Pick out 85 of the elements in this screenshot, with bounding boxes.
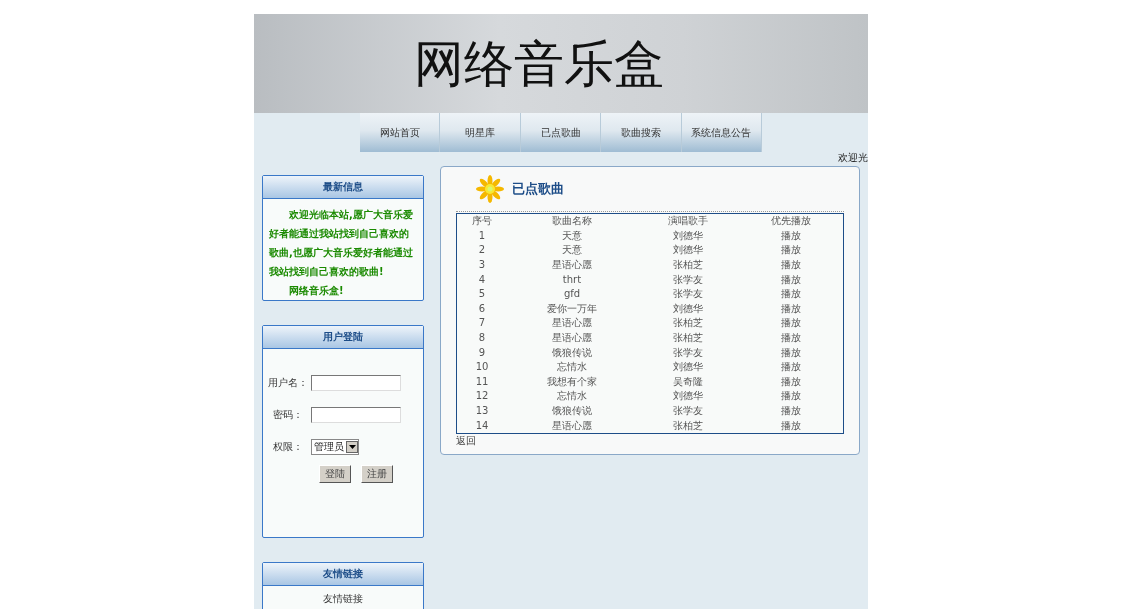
field-label: 权限： — [272, 440, 304, 454]
column-header: 优先播放 — [739, 213, 844, 229]
table-cell-text: 刘德华 — [672, 243, 704, 258]
table-cell-text: 忘情水 — [556, 389, 588, 404]
table-cell-text: thrt — [561, 272, 583, 287]
caret-icon — [346, 441, 358, 453]
table-cell-text: 刘德华 — [672, 389, 704, 404]
play-link[interactable]: 播放 — [739, 359, 844, 375]
play-link[interactable]: 播放 — [739, 257, 844, 273]
play-link[interactable]: 播放 — [739, 286, 844, 302]
news-text: 欢迎光临本站,愿广大音乐爱好者能通过我站找到自己喜欢的歌曲,也愿广大音乐爱好者能通过我站找到自己喜欢的歌曲! — [269, 208, 414, 279]
table-cell-text: 刘德华 — [672, 360, 704, 375]
friend-link[interactable]: 友情链接 — [323, 593, 363, 604]
table-cell: 13 — [456, 403, 507, 419]
welcome-text: 欢迎光 — [838, 152, 868, 164]
nav-link[interactable]: 歌曲搜索 — [601, 113, 682, 152]
table-cell-text: 吴奇隆 — [672, 374, 704, 389]
table-cell: 1 — [456, 228, 507, 244]
table-cell-text: 爱你一万年 — [546, 301, 598, 316]
nav-link[interactable]: 网站首页 — [360, 113, 441, 152]
form-button[interactable]: 注册 — [361, 465, 393, 483]
table-cell-text: 饿狼传说 — [551, 345, 593, 360]
nav-link[interactable]: 系统信息公告 — [681, 113, 763, 152]
table-cell: 星语心愿 — [507, 418, 637, 434]
table-cell-text: 张柏芝 — [672, 316, 704, 331]
role-select[interactable]: 管理员 — [311, 439, 359, 455]
table-cell-text: 星语心愿 — [551, 316, 593, 331]
table-cell-text: 张学友 — [672, 345, 704, 360]
table-cell: 7 — [456, 316, 507, 331]
play-link[interactable]: 播放 — [739, 345, 844, 360]
table-cell-text: 星语心愿 — [551, 331, 593, 346]
panel-title: 友情链接 — [263, 563, 423, 586]
nav-link[interactable]: 已点歌曲 — [520, 113, 602, 152]
play-link[interactable]: 播放 — [739, 316, 844, 331]
table-cell: 6 — [456, 301, 507, 317]
table-cell: 12 — [456, 389, 507, 404]
field-label: 密码： — [272, 408, 304, 422]
table-cell-text: 星语心愿 — [551, 258, 593, 273]
play-link[interactable]: 播放 — [739, 243, 844, 258]
password-field[interactable] — [311, 407, 401, 423]
play-link[interactable]: 播放 — [739, 272, 844, 287]
nav-link[interactable]: 明星库 — [440, 113, 521, 152]
table-cell: 3 — [456, 257, 507, 273]
table-cell-text: 刘德华 — [672, 301, 704, 316]
news-signature: 网络音乐盒! — [288, 284, 345, 298]
table-cell-text: 忘情水 — [556, 360, 588, 375]
panel-title: 用户登陆 — [263, 326, 423, 349]
table-cell-text: 张柏芝 — [672, 258, 704, 273]
panel-title: 最新信息 — [263, 176, 423, 199]
table-cell-text: 饿狼传说 — [551, 404, 593, 418]
table-cell: 9 — [456, 345, 507, 360]
back-link[interactable]: 返回 — [456, 433, 859, 448]
play-link[interactable]: 播放 — [739, 389, 844, 404]
table-cell-text: 张柏芝 — [672, 331, 704, 346]
play-link[interactable]: 播放 — [739, 418, 844, 434]
form-button[interactable]: 登陆 — [319, 465, 351, 483]
table-cell: 8 — [456, 330, 507, 346]
table-cell-text: 天意 — [561, 228, 583, 243]
site-title: 网络音乐盒 — [414, 38, 664, 89]
column-header: 演唱歌手 — [637, 213, 739, 229]
column-header: 序号 — [456, 213, 507, 229]
table-cell: 10 — [456, 359, 507, 375]
column-header: 歌曲名称 — [507, 213, 637, 229]
table-cell: 4 — [456, 272, 507, 287]
table-cell: 2 — [456, 243, 507, 258]
table-cell: 14 — [456, 418, 507, 434]
play-link[interactable]: 播放 — [739, 301, 844, 317]
table-cell-text: 天意 — [561, 243, 583, 258]
panel-title: 已点歌曲 — [512, 180, 564, 198]
play-link[interactable]: 播放 — [739, 403, 844, 419]
field-label: 用户名： — [267, 376, 309, 390]
table-cell-text: 张学友 — [672, 404, 704, 418]
play-link[interactable]: 播放 — [739, 228, 844, 244]
table-cell-text: 刘德华 — [672, 228, 704, 243]
sun-icon — [476, 175, 504, 203]
play-link[interactable]: 播放 — [739, 330, 844, 346]
username-field[interactable] — [311, 375, 401, 391]
play-link[interactable]: 播放 — [739, 374, 844, 390]
table-cell: 张柏芝 — [637, 418, 739, 434]
table-cell: 5 — [456, 286, 507, 302]
table-cell-text: 张学友 — [672, 272, 704, 287]
table-cell-text: gfd — [562, 287, 582, 302]
table-cell-text: 我想有个家 — [546, 374, 598, 389]
table-cell: 11 — [456, 374, 507, 390]
table-cell-text: 张学友 — [672, 287, 704, 302]
